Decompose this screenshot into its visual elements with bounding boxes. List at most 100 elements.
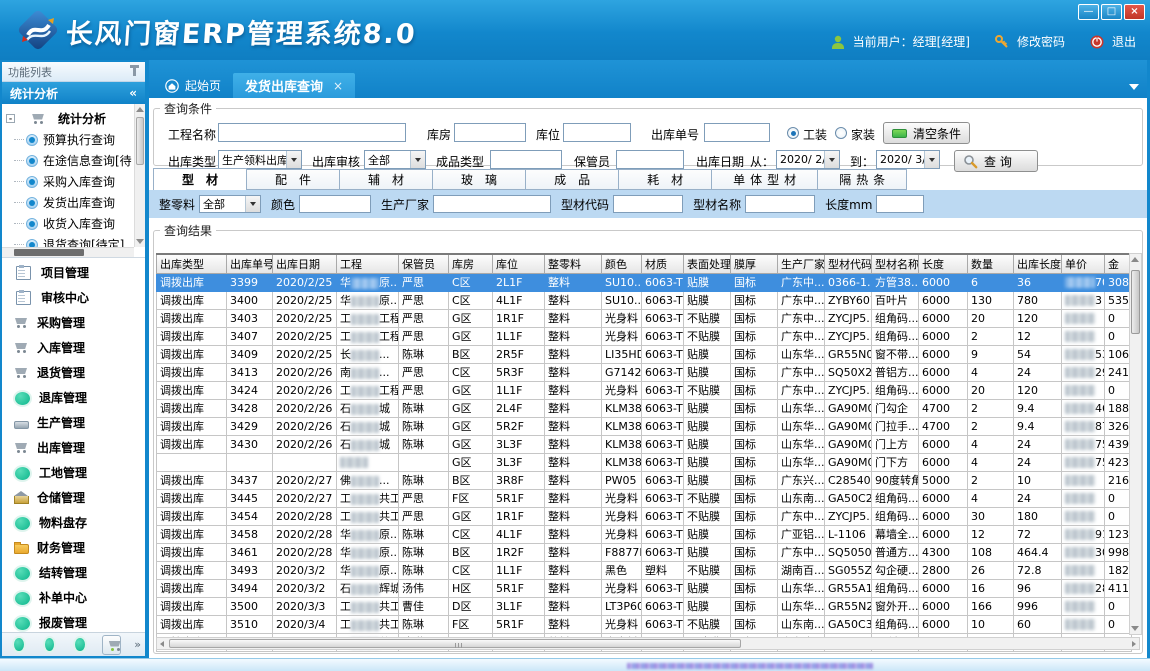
sidebar-item[interactable]: 审核中心 <box>2 285 145 310</box>
column-header[interactable]: 出库单号 <box>227 254 273 273</box>
grid-vertical-scrollbar[interactable] <box>1129 253 1142 635</box>
scroll-down-icon[interactable] <box>136 239 144 244</box>
material-tab[interactable]: 单体型材 <box>712 169 818 190</box>
scroll-thumb[interactable] <box>1131 270 1140 334</box>
profile-code-input[interactable] <box>613 195 683 213</box>
table-row[interactable]: 调拨出库34372020/2/27佛...陈琳B区3R8F整料PW056063-… <box>157 471 1132 489</box>
tree-item[interactable]: 发货出库查询 <box>2 192 134 213</box>
column-header[interactable]: 库房 <box>449 254 493 273</box>
table-row[interactable]: 调拨出库34292020/2/26石城陈琳G区5R2F整料KLM38176063… <box>157 417 1132 435</box>
radio-project[interactable] <box>787 127 799 139</box>
table-row[interactable]: 调拨出库34452020/2/27工共工程严思F区5R1F整料光身料6063-T… <box>157 489 1132 507</box>
tree-item[interactable]: 在途信息查询[待 <box>2 150 134 171</box>
table-row[interactable]: 调拨出库34582020/2/28华原...陈琳C区4L1F整料光身料6063-… <box>157 525 1132 543</box>
order-no-input[interactable] <box>704 123 770 142</box>
column-header[interactable]: 膜厚 <box>731 254 778 273</box>
column-header[interactable]: 型材名称 <box>872 254 919 273</box>
module-circle-icon[interactable] <box>75 638 85 651</box>
date-from-picker[interactable]: 2020/ 2/16 <box>776 150 840 169</box>
date-to-picker[interactable]: 2020/ 3/16 <box>876 150 940 169</box>
search-button[interactable]: 查 询 <box>954 150 1038 172</box>
table-row[interactable]: 调拨出库34542020/2/28工共工程严思G区1R1F整料光身料6063-T… <box>157 507 1132 525</box>
scroll-thumb[interactable] <box>136 117 144 165</box>
column-header[interactable]: 单价 <box>1062 254 1105 273</box>
tree-item[interactable]: 采购入库查询 <box>2 171 134 192</box>
tree-horizontal-scrollbar[interactable] <box>2 247 134 257</box>
module-circle-icon[interactable] <box>45 638 55 651</box>
column-header[interactable]: 出库日期 <box>273 254 337 273</box>
column-header[interactable]: 表面处理 <box>684 254 731 273</box>
grid-horizontal-scrollbar[interactable] <box>156 637 1140 650</box>
scroll-thumb[interactable] <box>14 249 84 256</box>
module-circle-icon[interactable] <box>14 638 24 651</box>
material-tab[interactable]: 型材 <box>153 168 247 190</box>
column-header[interactable]: 长度 <box>919 254 968 273</box>
sidebar-item[interactable]: 工地管理 <box>2 460 145 485</box>
sidebar-item[interactable]: 物料盘存 <box>2 510 145 535</box>
table-row[interactable]: 调拨出库34032020/2/25工工程严思G区1R1F整料光身料6063-T5… <box>157 309 1132 327</box>
length-input[interactable] <box>876 195 924 213</box>
sidebar-item[interactable]: 入库管理 <box>2 335 145 360</box>
column-header[interactable]: 数量 <box>968 254 1014 273</box>
location-input[interactable] <box>563 123 631 142</box>
manufacturer-input[interactable] <box>433 195 551 213</box>
material-tab[interactable]: 配件 <box>247 169 340 190</box>
scroll-down-icon[interactable] <box>1131 626 1139 631</box>
sidebar-item[interactable]: 生产管理 <box>2 410 145 435</box>
close-button[interactable]: × <box>1124 4 1145 20</box>
scroll-left-icon[interactable] <box>160 641 164 647</box>
table-row[interactable]: 调拨出库34302020/2/26石城陈琳G区3L3F整料KLM38176063… <box>157 435 1132 453</box>
table-row[interactable]: 调拨出库34282020/2/26石城陈琳G区2L4F整料KLM38176063… <box>157 399 1132 417</box>
sidebar-item[interactable]: 项目管理 <box>2 260 145 285</box>
column-header[interactable]: 生产厂家 <box>778 254 825 273</box>
color-input[interactable] <box>299 195 371 213</box>
table-row[interactable]: 调拨出库34932020/3/2华原...陈琳C区1L1F整料黑色塑料不贴膜国标… <box>157 561 1132 579</box>
maximize-button[interactable]: □ <box>1101 4 1122 20</box>
product-type-input[interactable] <box>490 150 562 169</box>
sidebar-item[interactable]: 财务管理 <box>2 535 145 560</box>
table-row[interactable]: 调拨出库35002020/3/3工共工程曹佳D区3L1F整料LT3P606063… <box>157 597 1132 615</box>
table-row[interactable]: 调拨出库34242020/2/26工工程严思G区1L1F整料光身料6063-T5… <box>157 381 1132 399</box>
overflow-chevron-icon[interactable]: » <box>134 641 141 649</box>
tree-root[interactable]: - 统计分析 <box>2 107 134 129</box>
change-password-link[interactable]: 修改密码 <box>1017 33 1065 50</box>
clear-conditions-button[interactable]: 清空条件 <box>883 122 970 144</box>
column-header[interactable]: 出库长度 <box>1014 254 1062 273</box>
stats-group-header[interactable]: 统计分析 « <box>2 82 145 104</box>
column-header[interactable]: 保管员 <box>399 254 449 273</box>
tab-home[interactable]: 起始页 <box>153 73 233 98</box>
pin-icon[interactable] <box>133 68 136 76</box>
table-row[interactable]: G区3L3F整料KLM38176063-T5贴膜国标山东华...GA90M09.… <box>157 453 1132 471</box>
tree-item[interactable]: 收货入库查询 <box>2 213 134 234</box>
table-row[interactable]: 调拨出库35102020/3/4工共工程陈琳F区5R1F整料光身料6063-T5… <box>157 615 1132 633</box>
material-tab[interactable]: 耗材 <box>619 169 712 190</box>
out-type-select[interactable]: 生产领料出库 <box>218 150 302 169</box>
table-row[interactable]: 调拨出库34002020/2/25华原...严思C区4L1F整料SU10...6… <box>157 291 1132 309</box>
sidebar-item[interactable]: 退货管理 <box>2 360 145 385</box>
tab-shipping-query[interactable]: 发货出库查询 × <box>233 73 355 98</box>
tree-expander-icon[interactable]: - <box>6 114 15 123</box>
column-header[interactable]: 出库类型 <box>157 254 227 273</box>
profile-name-input[interactable] <box>745 195 815 213</box>
table-row[interactable]: 调拨出库34072020/2/25工工程严思G区1L1F整料光身料6063-T5… <box>157 327 1132 345</box>
column-header[interactable]: 型材代码 <box>825 254 872 273</box>
tree-item[interactable]: 预算执行查询 <box>2 129 134 150</box>
audit-select[interactable]: 全部 <box>364 150 426 169</box>
keeper-input[interactable] <box>616 150 684 169</box>
sidebar-item[interactable]: 补单中心 <box>2 585 145 610</box>
whole-piece-select[interactable]: 全部 <box>199 195 261 213</box>
column-header[interactable]: 整零料 <box>545 254 602 273</box>
scroll-right-icon[interactable] <box>1132 641 1136 647</box>
material-tab[interactable]: 成品 <box>526 169 619 190</box>
minimize-button[interactable]: — <box>1078 4 1099 20</box>
sidebar-item[interactable]: 出库管理 <box>2 435 145 460</box>
sidebar-item[interactable]: 退库管理 <box>2 385 145 410</box>
material-tab[interactable]: 辅材 <box>340 169 433 190</box>
sidebar-item[interactable]: 采购管理 <box>2 310 145 335</box>
table-row[interactable]: 调拨出库34132020/2/26南...严思C区5R3F整料G71422606… <box>157 363 1132 381</box>
tree-item[interactable]: 退货查询[待定] <box>2 234 134 247</box>
scroll-up-icon[interactable] <box>136 107 144 112</box>
material-tab[interactable]: 玻璃 <box>433 169 526 190</box>
warehouse-input[interactable] <box>454 123 526 142</box>
table-row[interactable]: 调拨出库33992020/2/25华原...严思C区2L1F整料SU10...6… <box>157 273 1132 291</box>
